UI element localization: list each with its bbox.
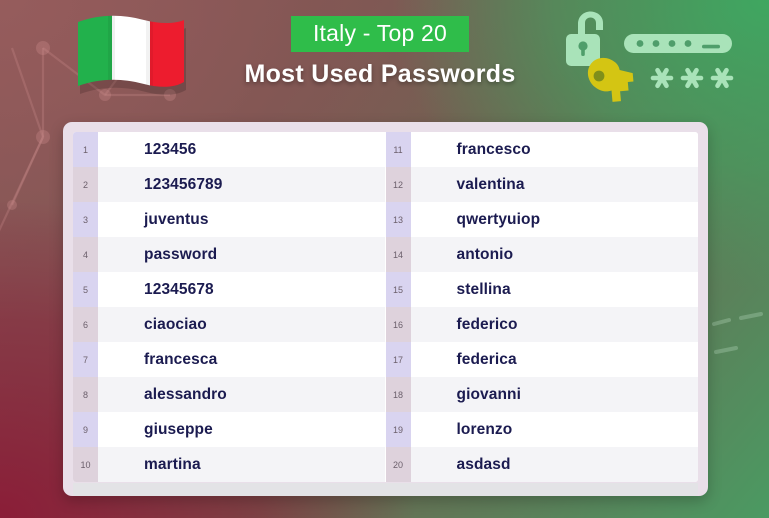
table-row[interactable]: 12 valentina — [385, 167, 698, 202]
rank-label: 5 — [73, 272, 98, 307]
rank-label: 7 — [73, 342, 98, 377]
table-row[interactable]: 6 ciaociao — [73, 307, 385, 342]
password-label: qwertyuiop — [456, 210, 541, 228]
table-row[interactable]: 4 password — [73, 237, 385, 272]
security-icons — [552, 8, 742, 113]
table-row[interactable]: 20 asdasd — [385, 447, 698, 482]
rank-label: 18 — [385, 377, 411, 412]
rank-label: 14 — [385, 237, 411, 272]
top20-badge: Italy - Top 20 — [290, 16, 470, 53]
password-label: valentina — [456, 175, 525, 193]
table-row[interactable]: 10 martina — [73, 447, 385, 482]
password-label: antonio — [456, 245, 514, 263]
password-label: alessandro — [144, 385, 227, 403]
password-label: francesca — [144, 350, 218, 368]
rank-label: 9 — [73, 412, 98, 447]
password-label: 12345678 — [144, 280, 214, 298]
password-field-icon — [624, 34, 732, 53]
table-row[interactable]: 8 alessandro — [73, 377, 385, 412]
rank-label: 8 — [73, 377, 98, 412]
rank-label: 10 — [73, 447, 98, 482]
infographic-root: Italy - Top 20 Most Used Passwords 1 123… — [0, 0, 769, 518]
italy-flag — [72, 12, 190, 104]
table-row[interactable]: 2 123456789 — [73, 167, 385, 202]
password-label: martina — [144, 455, 201, 473]
rank-label: 13 — [385, 202, 411, 237]
password-label: juventus — [144, 210, 209, 228]
password-columns: 1 123456 2 123456789 3 juventus 4 password 5… — [73, 132, 698, 482]
rank-label: 2 — [73, 167, 98, 202]
rank-label: 15 — [385, 272, 411, 307]
password-column-left: 1 123456 2 123456789 3 juventus 4 password 5… — [73, 132, 386, 482]
rank-label: 6 — [73, 307, 98, 342]
password-label: giuseppe — [144, 420, 213, 438]
password-label: 123456789 — [144, 175, 223, 193]
table-row[interactable]: 9 giuseppe — [73, 412, 385, 447]
table-row[interactable]: 13 qwertyuiop — [385, 202, 698, 237]
rank-label: 3 — [73, 202, 98, 237]
card-footer — [73, 483, 698, 496]
rank-label: 4 — [73, 237, 98, 272]
password-list-card: 1 123456 2 123456789 3 juventus 4 password 5… — [63, 122, 708, 496]
table-row[interactable]: 7 francesca — [73, 342, 385, 377]
password-label: ciaociao — [144, 315, 207, 333]
table-row[interactable]: 1 123456 — [73, 132, 385, 167]
password-label: password — [144, 245, 218, 263]
table-row[interactable]: 15 stellina — [385, 272, 698, 307]
password-label: 123456 — [144, 140, 197, 158]
page-title: Most Used Passwords — [244, 60, 516, 89]
password-label: asdasd — [456, 455, 511, 473]
asterisks-icon — [650, 67, 734, 89]
table-row[interactable]: 5 12345678 — [73, 272, 385, 307]
table-row[interactable]: 16 federico — [385, 307, 698, 342]
rank-label: 16 — [385, 307, 411, 342]
rank-label: 11 — [385, 132, 411, 167]
table-row[interactable]: 18 giovanni — [385, 377, 698, 412]
password-label: federica — [456, 350, 517, 368]
rank-label: 1 — [73, 132, 98, 167]
table-row[interactable]: 17 federica — [385, 342, 698, 377]
title-block: Italy - Top 20 Most Used Passwords — [208, 16, 552, 89]
open-padlock-icon — [566, 11, 603, 66]
rank-label: 17 — [385, 342, 411, 377]
table-row[interactable]: 19 lorenzo — [385, 412, 698, 447]
rank-label: 20 — [385, 447, 411, 482]
password-label: lorenzo — [456, 420, 513, 438]
table-row[interactable]: 11 francesco — [385, 132, 698, 167]
password-label: giovanni — [456, 385, 522, 403]
password-label: stellina — [456, 280, 511, 298]
table-row[interactable]: 3 juventus — [73, 202, 385, 237]
password-label: francesco — [456, 140, 531, 158]
password-column-right: 11 francesco 12 valentina 13 qwertyuiop 14 a… — [385, 132, 698, 482]
table-row[interactable]: 14 antonio — [385, 237, 698, 272]
header: Italy - Top 20 Most Used Passwords — [0, 0, 769, 122]
rank-label: 19 — [385, 412, 411, 447]
rank-label: 12 — [385, 167, 411, 202]
password-label: federico — [456, 315, 518, 333]
